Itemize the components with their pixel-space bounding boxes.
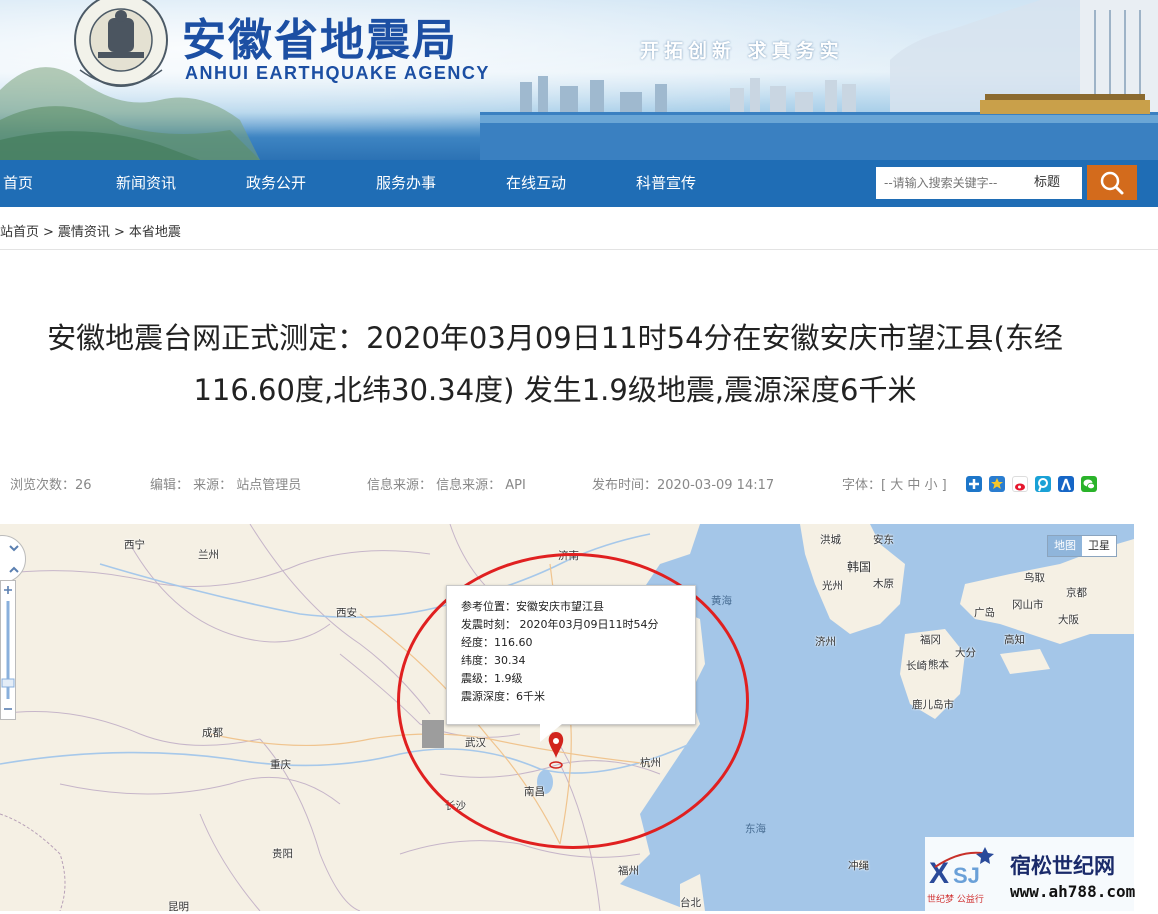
city-label-jeju: 济州 [815, 636, 836, 648]
city-label-kagoshima: 鹿儿岛市 [912, 699, 954, 711]
article-title: 安徽地震台网正式测定：2020年03月09日11时54分在安徽安庆市望江县(东经… [47, 321, 1063, 407]
svg-text:X: X [929, 857, 949, 890]
city-label-andong: 安东 [873, 534, 894, 546]
agency-emblem-icon [74, 0, 168, 87]
city-label-kunming: 昆明 [168, 901, 189, 913]
nav-item-home[interactable]: 首页 [3, 160, 33, 207]
city-skyline-illustration [480, 0, 1158, 160]
publish-time: 发布时间：2020-03-09 14:17 [592, 478, 775, 493]
search-icon [1100, 171, 1124, 195]
weibo-icon[interactable] [1012, 476, 1028, 492]
city-label-oita: 大分 [955, 647, 976, 659]
nav-item-online-interaction[interactable]: 在线互动 [506, 160, 566, 207]
popup-location: 参考位置：安徽安庆市望江县 [461, 600, 604, 613]
city-label-fukuoka: 福冈 [920, 634, 941, 646]
city-label-hongcheng: 洪城 [820, 534, 841, 546]
city-label-guiyang: 贵阳 [272, 848, 293, 860]
city-label-tottori: 鸟取 [1024, 572, 1045, 584]
map-zoom-control[interactable] [0, 580, 16, 720]
breadcrumb-home[interactable]: 站首页 [0, 225, 39, 240]
popup-latitude: 纬度：30.34 [461, 654, 526, 667]
zoom-slider-icon [1, 586, 15, 710]
nav-item-science-popularization[interactable]: 科普宣传 [636, 160, 696, 207]
sea-label-yellow-sea: 黄海 [711, 595, 732, 607]
agency-name-chinese: 安徽省地震局 [182, 15, 458, 66]
popup-magnitude: 震级：1.9级 [461, 672, 523, 685]
popup-depth: 震源深度：6千米 [461, 690, 545, 703]
search-input[interactable] [876, 167, 1026, 199]
epicenter-marker-icon[interactable] [547, 730, 565, 770]
search-button[interactable] [1087, 165, 1137, 200]
watermark-url: www.ah788.com [1010, 882, 1136, 901]
popup-time: 发震时刻： 2020年03月09日11时54分 [461, 618, 659, 631]
city-label-nagasaki: 长崎 [906, 660, 927, 672]
city-label-okinawa: 冲绳 [848, 860, 869, 872]
popup-longitude: 经度：116.60 [461, 636, 533, 649]
city-label-xian: 西安 [336, 607, 357, 619]
font-size-selector[interactable]: 字体：[ 大 中 小 ] [842, 474, 947, 493]
earthquake-info-popup: 参考位置：安徽安庆市望江县 发震时刻： 2020年03月09日11时54分 经度… [446, 585, 696, 725]
renren-icon[interactable] [1058, 476, 1074, 492]
city-label-gwangju: 光州 [822, 580, 843, 592]
city-label-lanzhou: 兰州 [198, 549, 219, 561]
tencent-weibo-icon[interactable] [1035, 476, 1051, 492]
map-type-switch: 地图 卫星 [1047, 535, 1117, 557]
city-label-hiroshima: 广岛 [974, 607, 995, 619]
view-count: 浏览次数：26 [10, 478, 92, 493]
watermark-tagline: 世纪梦 公益行 [927, 895, 984, 905]
breadcrumb-separator: > [43, 225, 54, 240]
breadcrumb-divider [0, 249, 1158, 250]
city-label-kumamoto: 熊本 [928, 659, 949, 671]
city-label-kyoto: 京都 [1066, 587, 1087, 599]
map-type-satellite-button[interactable]: 卫星 [1082, 536, 1116, 556]
info-source: 信息来源： 信息来源： API [367, 478, 526, 493]
search-type-select[interactable]: 标题 [1026, 167, 1082, 199]
header-slogan: 开拓创新 求真务实 [640, 40, 844, 62]
city-label-mokpo: 木原 [873, 578, 894, 590]
city-label-chongqing: 重庆 [270, 759, 291, 771]
wechat-icon[interactable] [1081, 476, 1097, 492]
city-label-okayama: 冈山市 [1012, 599, 1044, 611]
qzone-icon[interactable] [966, 476, 982, 492]
nav-item-news[interactable]: 新闻资讯 [116, 160, 176, 207]
nav-item-government-affairs[interactable]: 政务公开 [246, 160, 306, 207]
city-label-taibei: 台北 [680, 897, 701, 909]
map-pan-control[interactable] [0, 535, 26, 583]
nav-item-services[interactable]: 服务办事 [376, 160, 436, 207]
country-label-korea: 韩国 [847, 560, 872, 574]
svg-text:SJ: SJ [953, 863, 980, 888]
city-label-fuzhou: 福州 [618, 865, 639, 877]
breadcrumb-separator: > [113, 225, 125, 240]
pan-arrows-icon [9, 545, 19, 573]
city-label-osaka: 大阪 [1058, 614, 1079, 626]
city-label-chengdu: 成都 [202, 727, 223, 739]
agency-name-english: ANHUI EARTHQUAKE AGENCY [185, 63, 490, 83]
city-label-xining: 西宁 [124, 539, 145, 551]
breadcrumb-local-earthquakes[interactable]: 本省地震 [129, 225, 181, 240]
breadcrumb-earthquake-news[interactable]: 震情资讯 [58, 225, 110, 240]
site-header: 安徽省地震局 ANHUI EARTHQUAKE AGENCY 开拓创新 求真务实 [0, 0, 1158, 160]
article-meta: 浏览次数：26 编辑： 来源： 站点管理员 信息来源： 信息来源： API 发布… [0, 474, 1158, 494]
city-label-kochi: 高知 [1004, 634, 1025, 646]
watermark-site-name: 宿松世纪网 [1010, 854, 1115, 878]
qq-friend-icon[interactable] [989, 476, 1005, 492]
editor-source: 编辑： 来源： 站点管理员 [150, 478, 302, 493]
breadcrumb: 站首页 > 震情资讯 > 本省地震 [0, 221, 181, 240]
map-type-map-button[interactable]: 地图 [1048, 536, 1082, 556]
sea-label-east-china-sea: 东海 [745, 823, 766, 835]
